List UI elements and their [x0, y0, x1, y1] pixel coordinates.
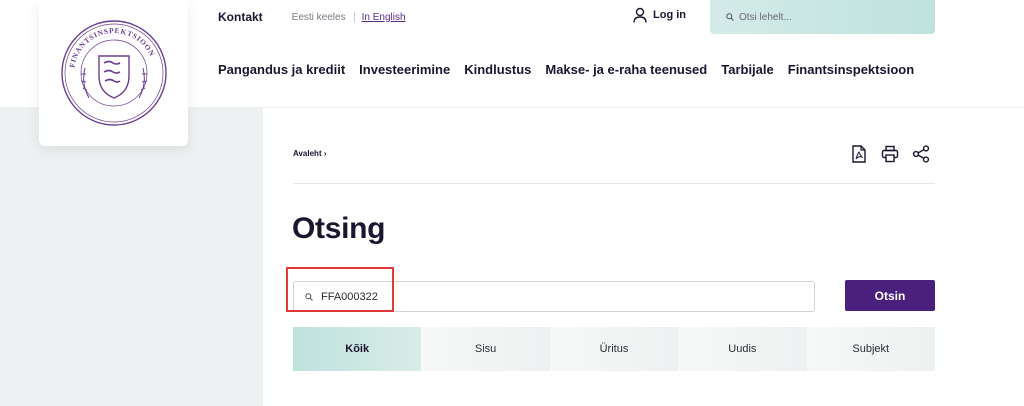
nav-item-consumer[interactable]: Tarbijale — [721, 62, 774, 77]
tab-content[interactable]: Sisu — [421, 327, 550, 371]
page-title: Otsing — [292, 212, 386, 245]
search-input[interactable] — [321, 290, 791, 303]
print-icon[interactable] — [880, 144, 900, 164]
top-bar: Kontakt Eesti keeles In English — [218, 0, 406, 34]
nav-item-insurance[interactable]: Kindlustus — [464, 62, 531, 77]
breadcrumb: Avaleht › — [293, 149, 327, 158]
lang-english-link[interactable]: In English — [362, 12, 406, 23]
breadcrumb-home[interactable]: Avaleht — [293, 149, 322, 158]
nav-item-banking[interactable]: Pangandus ja krediit — [218, 62, 345, 77]
main-navigation: Pangandus ja krediit Investeerimine Kind… — [218, 62, 914, 77]
logo-link[interactable]: FINANTSINSPEKTSIOON — [39, 0, 188, 146]
search-icon — [726, 13, 734, 21]
contact-link[interactable]: Kontakt — [218, 10, 263, 24]
user-icon — [633, 7, 647, 23]
left-panel — [0, 108, 263, 406]
tab-all[interactable]: Kõik — [293, 327, 422, 371]
tab-subject[interactable]: Subjekt — [806, 327, 935, 371]
login-link[interactable]: Log in — [633, 7, 686, 23]
pdf-icon[interactable] — [849, 144, 869, 164]
nav-item-finantsinspektsioon[interactable]: Finantsinspektsioon — [788, 62, 914, 77]
nav-item-payments[interactable]: Makse- ja e-raha teenused — [545, 62, 707, 77]
search-submit-button[interactable]: Otsin — [845, 280, 935, 311]
breadcrumb-separator: › — [323, 149, 327, 158]
login-label: Log in — [653, 9, 686, 21]
search-icon — [305, 292, 313, 301]
share-icon[interactable] — [911, 144, 931, 164]
right-panel — [936, 108, 1024, 406]
tab-event[interactable]: Üritus — [549, 327, 679, 371]
breadcrumb-divider — [293, 183, 935, 184]
top-search-placeholder: Otsi lehelt... — [739, 11, 792, 23]
search-field[interactable] — [293, 281, 815, 312]
seal-logo-icon: FINANTSINSPEKTSIOON — [60, 20, 167, 126]
page-tools — [849, 144, 931, 164]
lang-estonian-link[interactable]: Eesti keeles — [292, 11, 355, 23]
result-type-tabs: Kõik Sisu Üritus Uudis Subjekt — [293, 327, 935, 371]
tab-news[interactable]: Uudis — [678, 327, 807, 371]
top-search-field[interactable]: Otsi lehelt... — [710, 0, 935, 34]
nav-item-investment[interactable]: Investeerimine — [359, 62, 450, 77]
